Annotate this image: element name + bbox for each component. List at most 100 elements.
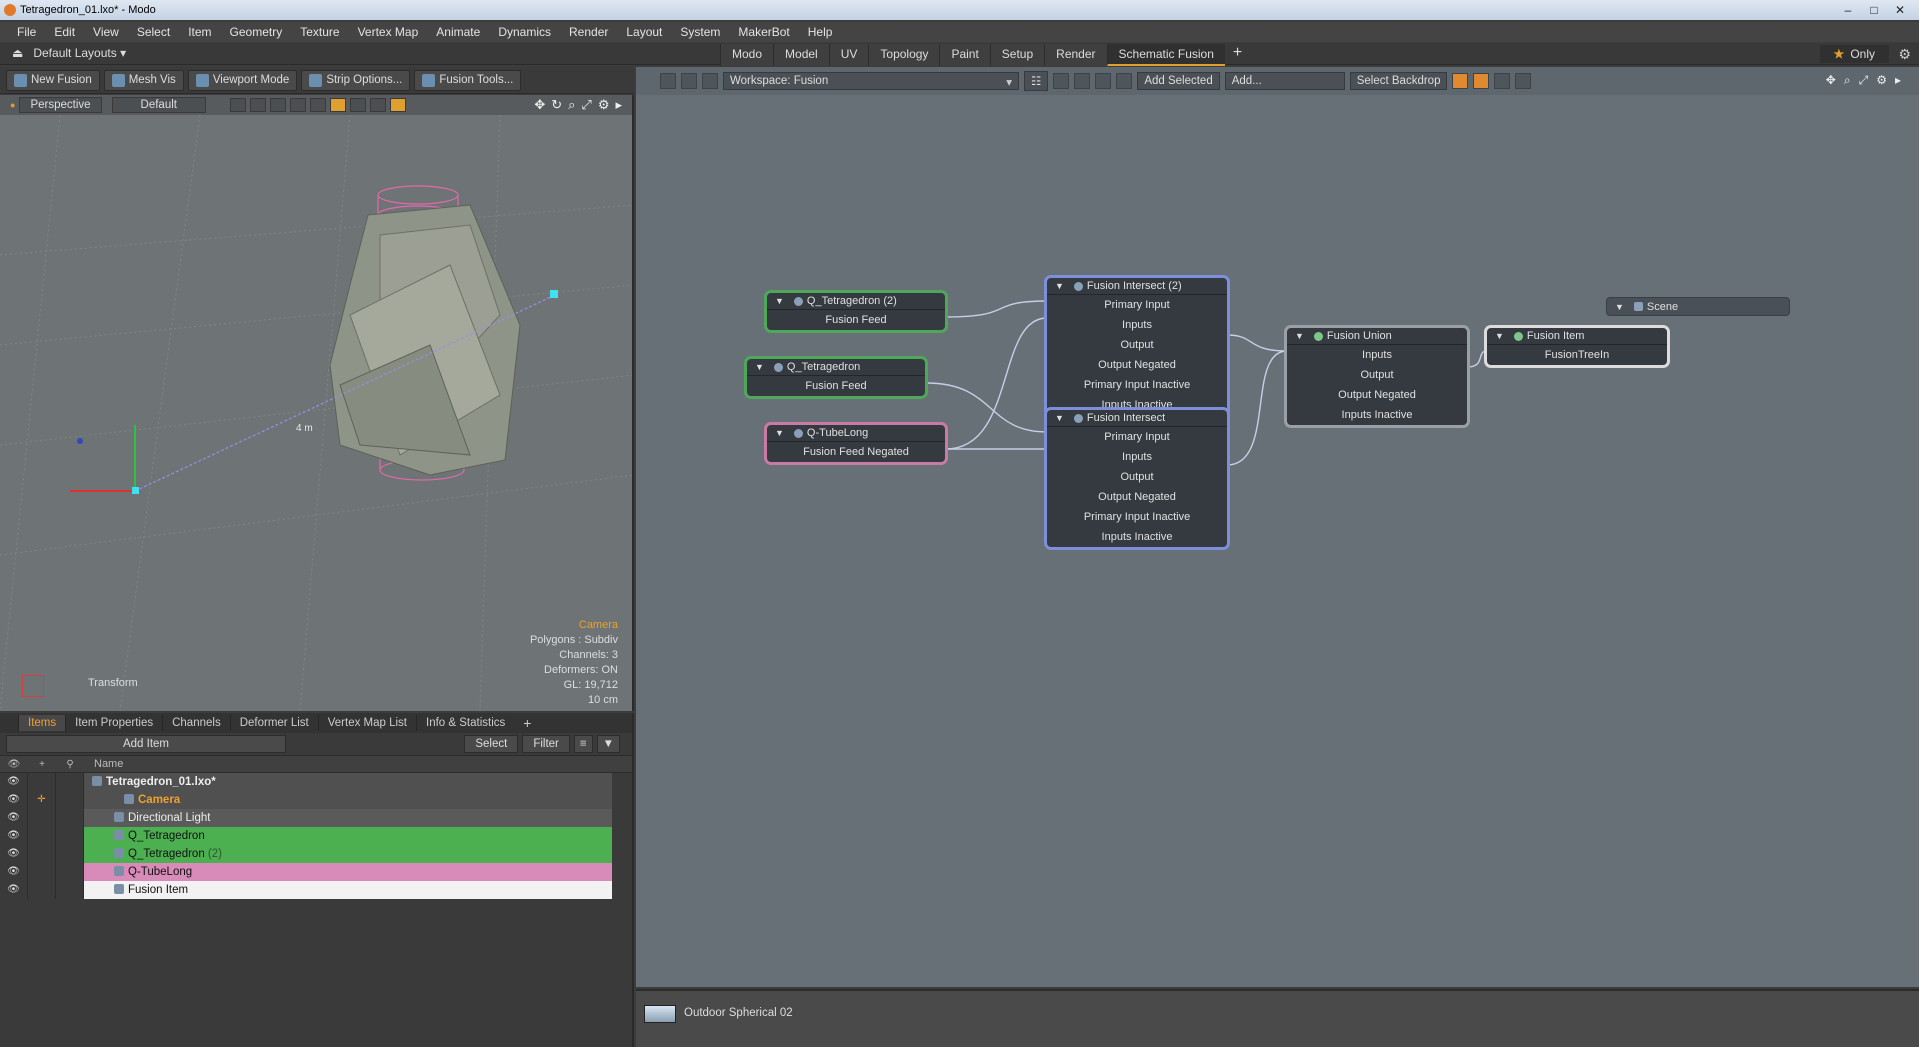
port-output[interactable]: Output (1287, 365, 1467, 385)
light-handle[interactable] (77, 438, 83, 444)
lock-col-icon[interactable]: + (28, 759, 56, 770)
maximize-view-icon[interactable]: ⤢ (581, 97, 591, 113)
camera-position-handle[interactable] (132, 487, 139, 494)
tree-row-camera[interactable]: 👁 ✛ Camera (0, 791, 632, 809)
collapse-icon[interactable]: ▼ (1055, 281, 1064, 291)
mesh-vis-button[interactable]: Mesh Vis (103, 69, 184, 91)
close-icon[interactable]: ✕ (1887, 0, 1913, 20)
menu-system[interactable]: System (671, 25, 729, 39)
fusion-tools-button[interactable]: Fusion Tools... (414, 69, 522, 91)
tab-info-statistics[interactable]: Info & Statistics (416, 715, 514, 731)
view-type-select[interactable]: Perspective (19, 97, 102, 113)
overlay-icon[interactable] (309, 98, 326, 112)
tree-row-light[interactable]: 👁 Directional Light (0, 809, 632, 827)
eye-icon[interactable]: 👁 (0, 881, 28, 899)
strip-options-button[interactable]: Strip Options... (301, 69, 411, 91)
list-view-icon[interactable]: ≡ (573, 735, 593, 753)
hatch-icon[interactable] (289, 98, 306, 112)
collapse-icon[interactable]: ▼ (775, 296, 784, 306)
gear-icon[interactable]: ⚙ (1898, 46, 1911, 63)
port-fusion-tree-in[interactable]: FusionTreeIn (1487, 345, 1667, 365)
cross-icon[interactable] (269, 98, 286, 112)
port-inputs[interactable]: Inputs (1047, 315, 1227, 335)
tab-deformer-list[interactable]: Deformer List (229, 715, 318, 731)
tab-uv[interactable]: UV (828, 44, 869, 66)
menu-file[interactable]: File (8, 25, 45, 39)
node-fusion-intersect-2[interactable]: ▼ Fusion Intersect (2) Primary Input Inpu… (1044, 275, 1230, 418)
camera-target-handle[interactable] (550, 290, 558, 298)
node-q-tetragedron-2[interactable]: ▼ Q_Tetragedron (2) Fusion Feed (764, 290, 948, 333)
port-fusion-feed-negated[interactable]: Fusion Feed Negated (767, 442, 945, 462)
select-button[interactable]: Select (464, 735, 519, 753)
name-column-header[interactable]: Name (84, 758, 123, 770)
menu-makerbot[interactable]: MakerBot (729, 25, 798, 39)
tab-render[interactable]: Render (1044, 44, 1107, 66)
menu-geometry[interactable]: Geometry (221, 25, 292, 39)
3d-viewport[interactable]: ● Perspective Default ✥ ↻ ⌕ ⤢ ⚙ ▸ 4 m Ca… (0, 95, 634, 711)
collapse-icon[interactable]: ▼ (775, 428, 784, 438)
add-panel-tab-icon[interactable]: + (514, 713, 540, 733)
collapse-icon[interactable]: ▼ (1615, 302, 1624, 312)
layout-selector[interactable]: ⏏ Default Layouts ▾ (12, 46, 126, 60)
port-primary-input-inactive[interactable]: Primary Input Inactive (1047, 375, 1227, 395)
menu-animate[interactable]: Animate (427, 25, 489, 39)
eye-icon[interactable]: 👁 (0, 773, 28, 791)
port-inputs[interactable]: Inputs (1287, 345, 1467, 365)
add-item-button[interactable]: Add Item (6, 735, 286, 753)
collapse-icon[interactable]: ▼ (1055, 413, 1064, 423)
node-fusion-union[interactable]: ▼ Fusion Union Inputs Output Output Negat… (1284, 325, 1470, 428)
shading-select[interactable]: Default (111, 97, 206, 113)
port-output[interactable]: Output (1047, 467, 1227, 487)
tab-topology[interactable]: Topology (868, 44, 940, 66)
menu-select[interactable]: Select (128, 25, 179, 39)
only-toggle[interactable]: ★ Only (1819, 45, 1889, 63)
wire-icon[interactable] (249, 98, 266, 112)
tab-modo[interactable]: Modo (720, 44, 774, 66)
port-primary-input-inactive[interactable]: Primary Input Inactive (1047, 507, 1227, 527)
node-q-tetragedron[interactable]: ▼ Q_Tetragedron Fusion Feed (744, 356, 928, 399)
tab-paint[interactable]: Paint (939, 44, 990, 66)
tab-model[interactable]: Model (773, 44, 829, 66)
port-output[interactable]: Output (1047, 335, 1227, 355)
schematic-view[interactable]: Workspace: Fusion ☷ Add Selected Add... … (636, 67, 1919, 987)
lock-icon[interactable] (389, 98, 406, 112)
tab-vertex-map-list[interactable]: Vertex Map List (317, 715, 416, 731)
port-fusion-feed[interactable]: Fusion Feed (767, 310, 945, 330)
port-inputs-inactive[interactable]: Inputs Inactive (1287, 405, 1467, 425)
menu-view[interactable]: View (84, 25, 128, 39)
collapse-icon[interactable]: ▼ (755, 362, 764, 372)
menu-layout[interactable]: Layout (617, 25, 671, 39)
port-output-negated[interactable]: Output Negated (1047, 355, 1227, 375)
tab-setup[interactable]: Setup (989, 44, 1045, 66)
menu-item[interactable]: Item (179, 25, 220, 39)
tab-items[interactable]: Items (18, 715, 66, 731)
eye-icon[interactable]: 👁 (0, 791, 28, 809)
tree-row-scene[interactable]: 👁 Tetragedron_01.lxo* (0, 773, 632, 791)
menu-edit[interactable]: Edit (45, 25, 84, 39)
viewport-more-icon[interactable]: ▸ (615, 97, 622, 113)
funnel-icon[interactable]: ▼ (596, 735, 620, 753)
menu-vertex-map[interactable]: Vertex Map (349, 25, 428, 39)
port-inputs-inactive[interactable]: Inputs Inactive (1047, 527, 1227, 547)
eye-icon[interactable]: 👁 (0, 809, 28, 827)
tree-row-fusion-item[interactable]: 👁 Fusion Item (0, 881, 632, 899)
maximize-icon[interactable]: □ (1861, 0, 1887, 20)
rotate-icon[interactable]: ↻ (551, 97, 562, 113)
render-col-icon[interactable]: ⚲ (56, 759, 84, 770)
tab-item-properties[interactable]: Item Properties (65, 715, 162, 731)
viewport-gear-icon[interactable]: ⚙ (598, 97, 610, 113)
tree-row-q-tetragedron[interactable]: 👁 Q_Tetragedron (0, 827, 632, 845)
new-fusion-button[interactable]: New Fusion (6, 69, 100, 91)
tab-channels[interactable]: Channels (162, 715, 230, 731)
tree-row-q-tubelong[interactable]: 👁 Q-TubeLong (0, 863, 632, 881)
port-inputs[interactable]: Inputs (1047, 447, 1227, 467)
eye-icon[interactable]: 👁 (0, 863, 28, 881)
collapse-icon[interactable]: ▼ (1295, 331, 1304, 341)
zoom-icon[interactable]: ⌕ (568, 97, 575, 113)
grid-icon[interactable] (229, 98, 246, 112)
snap-icon[interactable] (329, 98, 346, 112)
tree-row-q-tetragedron-2[interactable]: 👁 Q_Tetragedron (2) (0, 845, 632, 863)
port-primary-input[interactable]: Primary Input (1047, 427, 1227, 447)
environment-thumbnail-icon[interactable] (644, 1005, 676, 1023)
camera-toggle-icon[interactable] (369, 98, 386, 112)
